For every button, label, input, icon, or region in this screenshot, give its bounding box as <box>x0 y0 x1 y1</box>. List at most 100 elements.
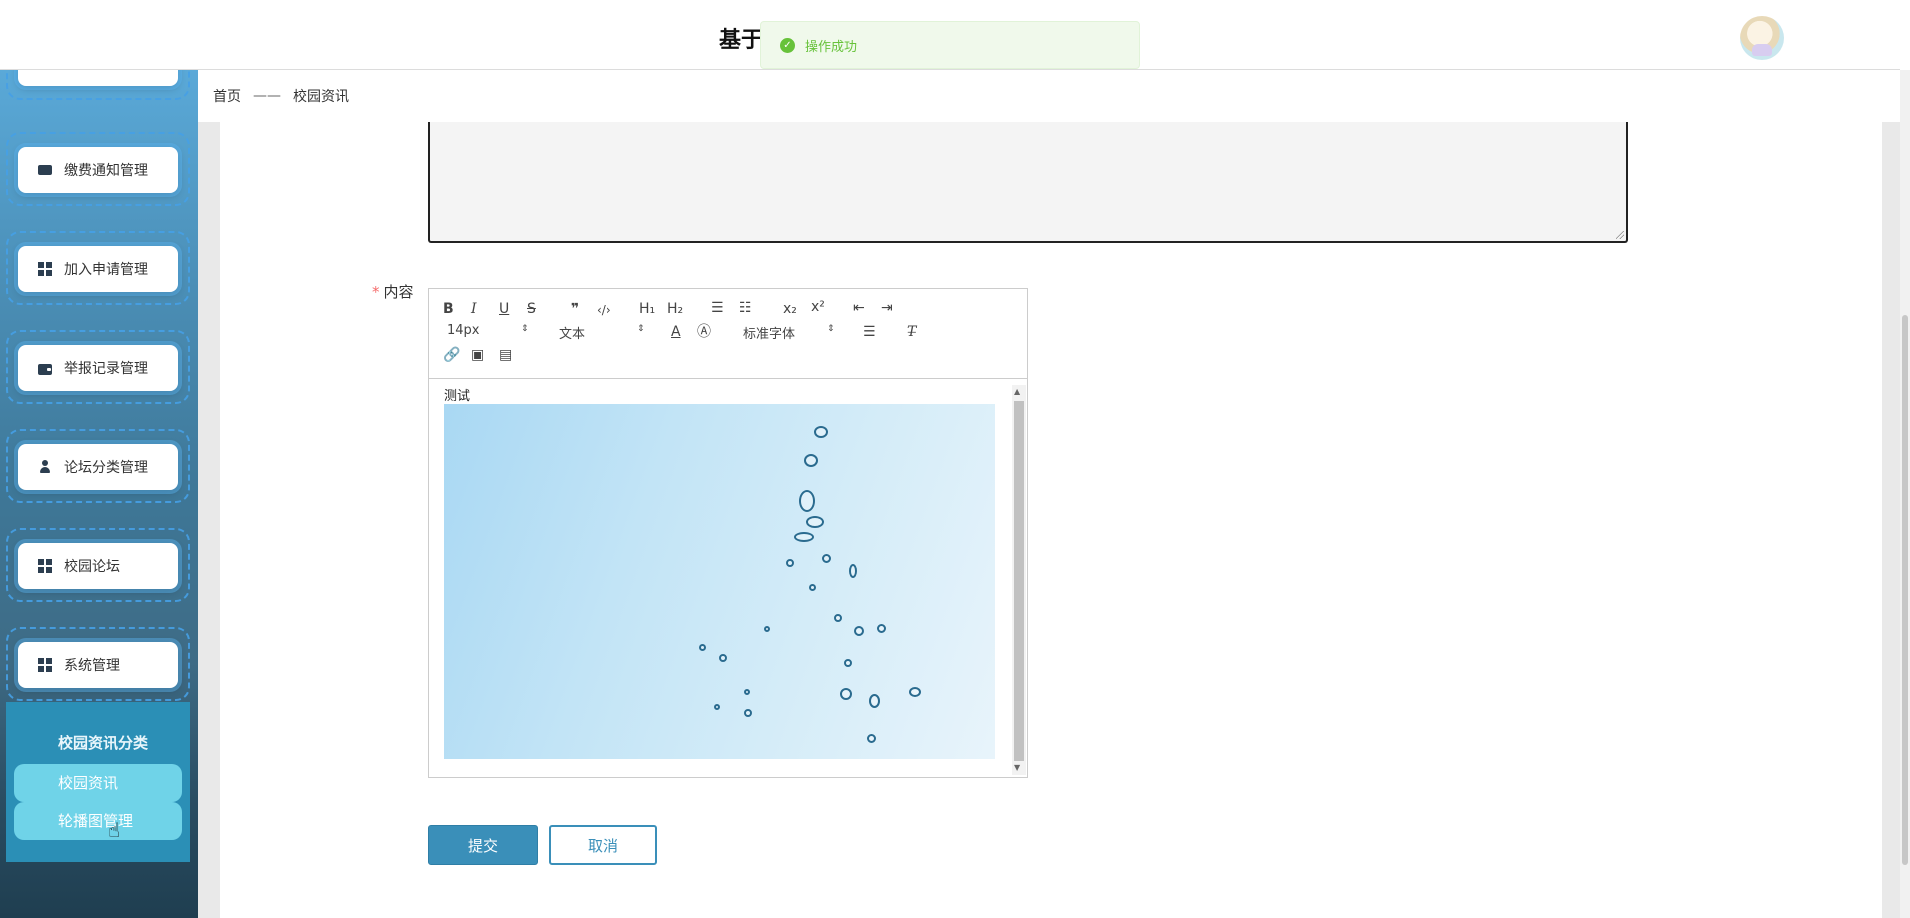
submenu-item-carousel[interactable]: 轮播图管理 <box>14 802 182 840</box>
breadcrumb-separator: —— <box>253 88 281 104</box>
outdent-icon[interactable]: ⇤ <box>853 300 865 316</box>
content-field-label: * 内容 <box>372 281 414 302</box>
font-family-select[interactable]: 标准字体 ⇕ <box>743 323 837 342</box>
droplet <box>794 532 814 542</box>
content-gutter-right <box>1882 122 1900 918</box>
submit-button[interactable]: 提交 <box>428 825 538 865</box>
heading2-icon[interactable]: H₂ <box>667 301 683 317</box>
user-icon <box>38 460 52 474</box>
clear-format-icon[interactable]: T̶ <box>907 324 916 340</box>
droplet <box>869 694 880 708</box>
ordered-list-icon[interactable]: ☰ <box>711 300 724 316</box>
droplet <box>909 687 921 697</box>
sidebar-item-label: 举报记录管理 <box>64 361 148 377</box>
sidebar-item-payment-notice[interactable]: 缴费通知管理 <box>18 147 178 193</box>
droplet <box>849 564 857 578</box>
droplet <box>799 490 815 512</box>
submenu-item-campus-news[interactable]: 校园资讯 <box>14 764 182 802</box>
align-icon[interactable]: ☰ <box>863 324 876 340</box>
breadcrumb: 首页 —— 校园资讯 <box>198 70 1900 122</box>
sidebar-item-report-records[interactable]: 举报记录管理 <box>18 345 178 391</box>
user-avatar[interactable] <box>1740 16 1784 60</box>
superscript-icon[interactable]: x² <box>811 299 825 315</box>
strikethrough-icon[interactable]: S <box>527 301 536 317</box>
link-icon[interactable]: 🔗 <box>443 347 460 363</box>
droplet <box>840 688 852 700</box>
droplet <box>834 614 842 622</box>
breadcrumb-home[interactable]: 首页 <box>213 86 241 106</box>
droplet <box>786 559 794 567</box>
droplet <box>822 554 831 563</box>
content-gutter-left <box>198 122 220 918</box>
droplet <box>867 734 876 743</box>
select-arrows-icon: ⇕ <box>827 324 835 334</box>
sidebar-item-label: 论坛分类管理 <box>64 460 148 476</box>
summary-textarea[interactable] <box>428 118 1628 243</box>
submenu-panel: 校园资讯分类 校园资讯 轮播图管理 <box>6 702 190 862</box>
select-arrows-icon: ⇕ <box>521 324 529 334</box>
wallet-icon <box>38 363 52 375</box>
sidebar-item-system[interactable]: 系统管理 <box>18 642 178 688</box>
sidebar-item-label: 加入申请管理 <box>64 262 148 278</box>
page-scroll-thumb[interactable] <box>1902 315 1908 865</box>
droplet <box>844 659 852 667</box>
block-format-select[interactable]: 文本 ⇕ <box>559 323 647 342</box>
rich-text-editor: B I U S ❞ ‹/› H₁ H₂ ☰ ☷ x₂ x² ⇤ ⇥ 14px ⇕… <box>428 288 1028 778</box>
blockquote-icon[interactable]: ❞ <box>571 301 579 317</box>
editor-body-text: 测试 <box>444 389 471 404</box>
sidebar-item-campus-forum[interactable]: 校园论坛 <box>18 543 178 589</box>
video-icon[interactable]: ▤ <box>499 347 512 363</box>
sidebar-item-label: 缴费通知管理 <box>64 163 148 179</box>
submenu-heading[interactable]: 校园资讯分类 <box>58 732 148 753</box>
sidebar-item-partial[interactable] <box>18 70 178 86</box>
site-title: 基于 <box>719 28 764 53</box>
droplet <box>714 704 720 710</box>
heading1-icon[interactable]: H₁ <box>639 301 655 317</box>
code-block-icon[interactable]: ‹/› <box>597 302 611 318</box>
breadcrumb-current: 校园资讯 <box>293 89 349 105</box>
droplet <box>806 516 824 528</box>
droplet <box>854 626 864 636</box>
select-arrows-icon: ⇕ <box>637 324 645 334</box>
sidebar-item-label: 系统管理 <box>64 658 120 674</box>
editor-scroll-thumb[interactable] <box>1014 401 1024 761</box>
font-size-select[interactable]: 14px ⇕ <box>447 323 531 338</box>
toast-message: 操作成功 <box>805 39 858 55</box>
editor-content-area[interactable]: 测试 <box>444 385 1010 770</box>
scroll-up-icon[interactable]: ▲ <box>1014 387 1020 396</box>
resize-handle-icon[interactable] <box>1616 231 1624 239</box>
droplet <box>764 626 770 632</box>
editor-toolbar: B I U S ❞ ‹/› H₁ H₂ ☰ ☷ x₂ x² ⇤ ⇥ 14px ⇕… <box>429 289 1027 379</box>
block-format-value: 文本 <box>559 327 586 342</box>
droplet <box>744 689 750 695</box>
content-label-text: 内容 <box>383 283 414 301</box>
background-color-icon[interactable]: Ⓐ <box>697 324 711 340</box>
success-toast: ✓ 操作成功 <box>760 21 1140 69</box>
font-color-icon[interactable]: A <box>671 324 681 340</box>
droplet <box>877 624 886 633</box>
droplet <box>804 454 818 467</box>
sidebar-item-label: 校园论坛 <box>64 559 120 575</box>
required-mark: * <box>372 283 380 301</box>
droplet <box>719 654 727 662</box>
underline-icon[interactable]: U <box>499 301 509 317</box>
sidebar-item-forum-category[interactable]: 论坛分类管理 <box>18 444 178 490</box>
image-icon[interactable]: ▣ <box>471 347 484 363</box>
droplet <box>814 426 828 438</box>
indent-icon[interactable]: ⇥ <box>881 300 893 316</box>
italic-icon[interactable]: I <box>471 301 477 317</box>
grid-icon <box>38 559 52 573</box>
grid-icon <box>38 262 52 276</box>
droplet <box>809 584 816 591</box>
font-family-value: 标准字体 <box>743 327 796 342</box>
editor-scrollbar[interactable]: ▲ ▼ <box>1012 385 1026 775</box>
font-size-value: 14px <box>447 323 480 338</box>
sidebar-item-join-request[interactable]: 加入申请管理 <box>18 246 178 292</box>
scroll-down-icon[interactable]: ▼ <box>1014 763 1020 772</box>
cancel-button[interactable]: 取消 <box>549 825 657 865</box>
page-scrollbar[interactable] <box>1900 70 1910 918</box>
bullet-list-icon[interactable]: ☷ <box>739 300 752 316</box>
grid-icon <box>38 658 52 672</box>
subscript-icon[interactable]: x₂ <box>783 301 797 317</box>
bold-icon[interactable]: B <box>443 301 454 317</box>
